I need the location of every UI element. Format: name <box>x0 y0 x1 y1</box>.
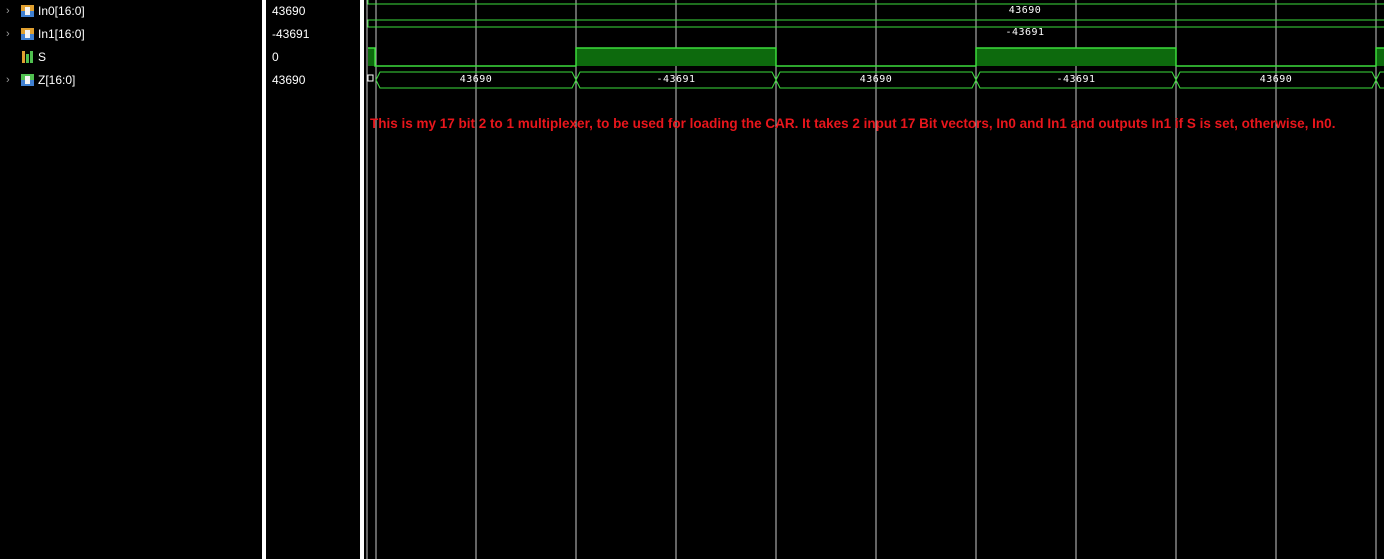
bit-signal-icon <box>22 51 33 63</box>
signal-row-in0[interactable]: › In0[16:0] <box>0 0 262 23</box>
s-high-fill <box>368 48 375 66</box>
signal-name-label: S <box>38 50 47 64</box>
in0-wave-label: 43690 <box>1009 5 1042 16</box>
signal-value-pane: 43690 -43691 0 43690 <box>266 0 360 559</box>
signal-value: 0 <box>272 50 279 64</box>
signal-value: 43690 <box>272 73 306 87</box>
bus-signal-icon <box>21 74 34 86</box>
signal-value: -43691 <box>272 27 310 41</box>
z-wave-label: -43691 <box>1056 74 1095 85</box>
expand-chevron-icon[interactable]: › <box>6 0 10 23</box>
z-wave-label: -43691 <box>656 74 695 85</box>
signal-name-label: In1[16:0] <box>38 27 85 41</box>
signal-row-in1[interactable]: › In1[16:0] <box>0 23 262 46</box>
signal-row-z[interactable]: › Z[16:0] <box>0 69 262 92</box>
s-high-fill <box>1376 48 1384 66</box>
z-bus-segment <box>1375 71 1384 89</box>
bus-signal-icon <box>21 28 34 40</box>
s-high-fill <box>976 48 1176 66</box>
z-initial-marker <box>367 74 374 82</box>
annotation-note: This is my 17 bit 2 to 1 multiplexer, to… <box>370 116 1336 131</box>
signal-value: 43690 <box>272 4 306 18</box>
in1-wave-label: -43691 <box>1005 27 1044 38</box>
signal-row-s[interactable]: S <box>0 46 262 69</box>
waveform-pane[interactable]: 43690 -43691 43690 -43691 43690 -43691 43690 T… <box>364 0 1384 559</box>
z-wave-label: 43690 <box>860 74 893 85</box>
z-wave-label: 43690 <box>1260 74 1293 85</box>
s-high-fill <box>576 48 776 66</box>
z-wave-label: 43690 <box>460 74 493 85</box>
signal-name-label: Z[16:0] <box>38 73 76 87</box>
expand-chevron-icon[interactable]: › <box>6 23 10 46</box>
signal-name-label: In0[16:0] <box>38 4 85 18</box>
bus-signal-icon <box>21 5 34 17</box>
waveform-canvas: 43690 -43691 43690 -43691 43690 -43691 43690 <box>366 0 1384 559</box>
expand-chevron-icon[interactable]: › <box>6 69 10 92</box>
signal-name-pane: › In0[16:0] › In1[16:0] S › Z[16:0] <box>0 0 262 559</box>
